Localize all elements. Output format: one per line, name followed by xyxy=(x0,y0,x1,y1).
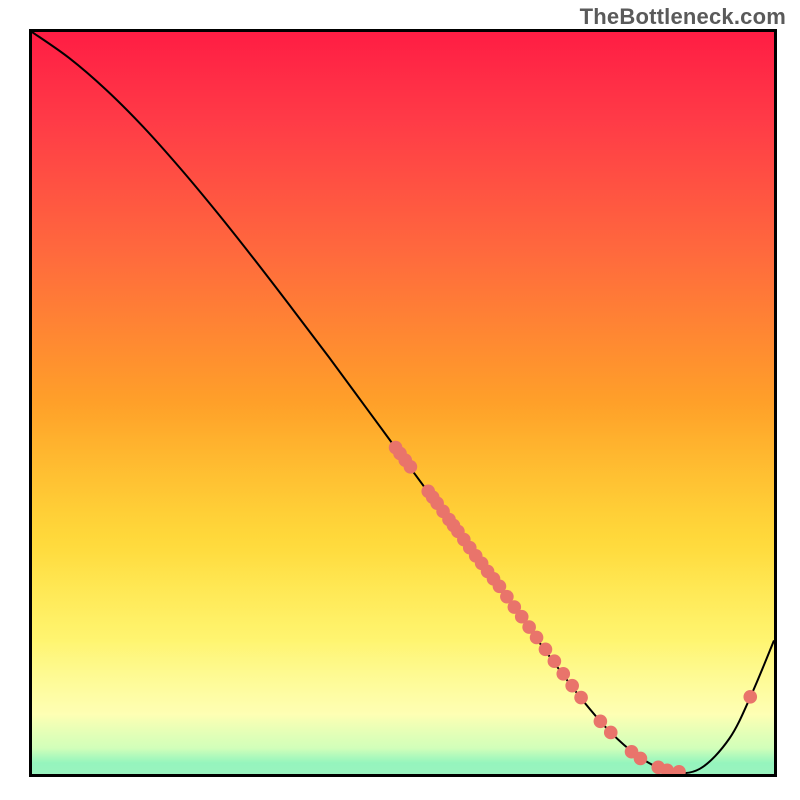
plot-area xyxy=(29,29,777,777)
curve-data-points xyxy=(389,441,757,774)
data-point xyxy=(565,679,579,693)
data-point xyxy=(634,752,648,766)
data-point xyxy=(530,631,544,645)
chart-root: TheBottleneck.com xyxy=(0,0,800,800)
data-point xyxy=(594,715,608,729)
bottleneck-curve xyxy=(32,32,774,773)
chart-overlay xyxy=(32,32,774,774)
data-point xyxy=(548,654,562,668)
data-point xyxy=(672,765,686,774)
data-point xyxy=(574,691,588,705)
data-point xyxy=(556,667,570,681)
data-point xyxy=(743,690,757,704)
watermark-text: TheBottleneck.com xyxy=(580,4,786,30)
data-point xyxy=(604,726,618,740)
data-point xyxy=(539,643,553,657)
data-point xyxy=(404,460,418,474)
